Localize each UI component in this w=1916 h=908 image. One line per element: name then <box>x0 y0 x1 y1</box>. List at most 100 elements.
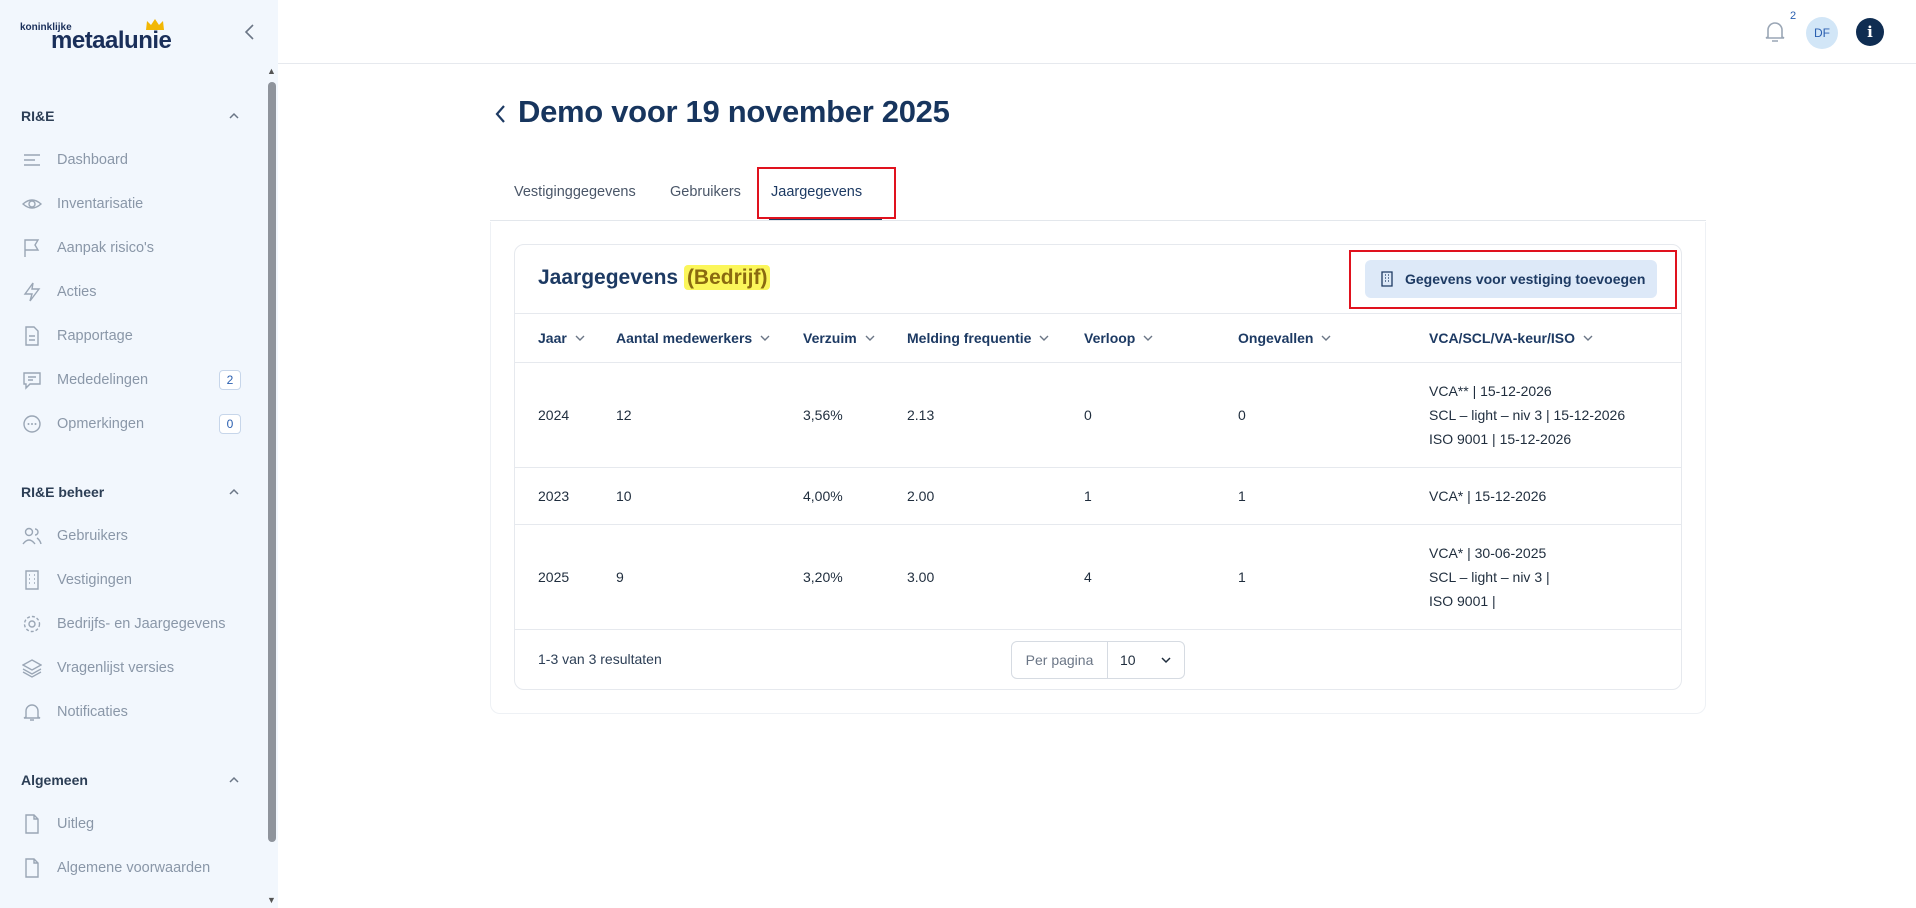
cell-melding: 2.00 <box>907 488 935 504</box>
cell-medewerkers: 12 <box>616 407 632 423</box>
cell-verzuim: 4,00% <box>803 488 843 504</box>
sidebar-item-bedrijfs-jaargegevens[interactable]: Bedrijfs- en Jaargegevens <box>21 609 241 639</box>
sidebar-item-label: Notificaties <box>57 704 128 720</box>
info-button[interactable]: i <box>1856 18 1884 46</box>
column-header-ongevallen[interactable]: Ongevallen <box>1238 330 1332 346</box>
sidebar-item-mededelingen[interactable]: Mededelingen 2 <box>21 365 241 395</box>
sidebar-item-label: Gebruikers <box>57 528 128 544</box>
column-header-jaar[interactable]: Jaar <box>538 330 586 346</box>
comment-dots-icon <box>21 413 43 435</box>
sidebar-item-label: Acties <box>57 284 97 300</box>
top-bar <box>278 0 1916 64</box>
metaalunie-logo[interactable]: koninklijke metaalunie <box>20 18 172 54</box>
scroll-down-icon[interactable]: ▼ <box>267 895 276 905</box>
chevron-up-icon <box>229 488 239 495</box>
sidebar-item-label: Inventarisatie <box>57 196 144 212</box>
tab-vestiginggegevens[interactable]: Vestiginggegevens <box>514 184 636 200</box>
scroll-up-icon[interactable]: ▲ <box>267 66 276 76</box>
sidebar-item-gebruikers[interactable]: Gebruikers <box>21 521 241 551</box>
chevron-down-icon <box>1321 335 1331 341</box>
count-badge: 0 <box>219 414 241 434</box>
section-header-algemeen[interactable]: Algemeen <box>21 768 241 792</box>
column-header-label: Verloop <box>1084 330 1136 346</box>
sidebar-item-dashboard[interactable]: Dashboard <box>21 145 241 175</box>
sidebar-item-acties[interactable]: Acties <box>21 277 241 307</box>
column-header-label: Jaar <box>538 330 567 346</box>
cell-certificaat: VCA** | 15-12-2026 <box>1429 383 1552 399</box>
users-icon <box>21 525 43 547</box>
card-title: Jaargegevens (Bedrijf) <box>538 265 771 290</box>
cell-medewerkers: 9 <box>616 569 624 585</box>
lightning-icon <box>21 281 43 303</box>
chevron-down-icon <box>1143 335 1153 341</box>
page-title: Demo voor 19 november 2025 <box>518 94 950 129</box>
annotation-highlight-button <box>1349 250 1677 309</box>
sidebar-item-algemene-voorwaarden[interactable]: Algemene voorwaarden <box>21 853 241 883</box>
cell-melding: 2.13 <box>907 407 935 423</box>
card-title-text: Jaargegevens <box>538 266 679 289</box>
file-icon <box>21 813 43 835</box>
chevron-down-icon <box>865 335 875 341</box>
back-arrow-icon[interactable] <box>492 102 510 126</box>
sidebar-item-label: Vestigingen <box>57 572 132 588</box>
column-header-label: VCA/SCL/VA-keur/ISO <box>1429 330 1575 346</box>
sidebar-item-vestigingen[interactable]: Vestigingen <box>21 565 241 595</box>
section-title: RI&E <box>21 108 55 124</box>
sidebar-item-aanpak-risicos[interactable]: Aanpak risico's <box>21 233 241 263</box>
sidebar: koninklijke metaalunie RI&E Dashboard In… <box>0 0 278 908</box>
tab-bar: Vestiginggegevens Gebruikers Jaargegeven… <box>490 168 1706 221</box>
document-icon <box>21 325 43 347</box>
cell-jaar: 2025 <box>538 569 570 585</box>
cell-verloop: 4 <box>1084 569 1092 585</box>
column-header-melding-frequentie[interactable]: Melding frequentie <box>907 330 1050 346</box>
column-header-certificaten[interactable]: VCA/SCL/VA-keur/ISO <box>1429 330 1594 346</box>
sidebar-item-vragenlijst-versies[interactable]: Vragenlijst versies <box>21 653 241 683</box>
message-icon <box>21 369 43 391</box>
cell-certificaat: SCL – light – niv 3 | 15-12-2026 <box>1429 407 1626 423</box>
section-header-rie[interactable]: RI&E <box>21 104 241 128</box>
tab-gebruikers[interactable]: Gebruikers <box>670 184 741 200</box>
avatar[interactable]: DF <box>1806 17 1838 49</box>
collapse-sidebar-icon[interactable] <box>240 22 260 42</box>
card-title-highlight: (Bedrijf) <box>683 265 771 290</box>
sidebar-scrollbar[interactable]: ▲ ▼ <box>266 66 276 908</box>
cell-ongevallen: 0 <box>1238 407 1246 423</box>
layers-icon <box>21 657 43 679</box>
sidebar-item-label: Dashboard <box>57 152 128 168</box>
notification-count-badge: 2 <box>1784 10 1802 26</box>
section-header-rie-beheer[interactable]: RI&E beheer <box>21 480 241 504</box>
sidebar-item-label: Vragenlijst versies <box>57 660 175 676</box>
column-header-medewerkers[interactable]: Aantal medewerkers <box>616 330 771 346</box>
column-header-label: Ongevallen <box>1238 330 1314 346</box>
dashboard-icon <box>21 149 43 171</box>
sidebar-item-opmerkingen[interactable]: Opmerkingen 0 <box>21 409 241 439</box>
sidebar-item-uitleg[interactable]: Uitleg <box>21 809 241 839</box>
sidebar-item-notificaties[interactable]: Notificaties <box>21 697 241 727</box>
chevron-up-icon <box>229 112 239 119</box>
sidebar-item-rapportage[interactable]: Rapportage <box>21 321 241 351</box>
per-page-label: Per pagina <box>1012 642 1108 678</box>
scrollbar-thumb[interactable] <box>268 82 276 842</box>
per-page-control: Per pagina 10 <box>1011 641 1185 679</box>
sidebar-item-label: Opmerkingen <box>57 416 145 432</box>
cell-ongevallen: 1 <box>1238 488 1246 504</box>
cell-verloop: 0 <box>1084 407 1092 423</box>
section-title: RI&E beheer <box>21 484 105 500</box>
column-header-verzuim[interactable]: Verzuim <box>803 330 876 346</box>
cell-certificaat: VCA* | 30-06-2025 <box>1429 545 1547 561</box>
file-icon <box>21 857 43 879</box>
table-divider <box>515 362 1681 363</box>
column-header-label: Melding frequentie <box>907 330 1032 346</box>
cell-verzuim: 3,20% <box>803 569 843 585</box>
cell-verloop: 1 <box>1084 488 1092 504</box>
gear-icon <box>21 613 43 635</box>
section-title: Algemeen <box>21 772 88 788</box>
column-header-verloop[interactable]: Verloop <box>1084 330 1154 346</box>
sidebar-item-inventarisatie[interactable]: Inventarisatie <box>21 189 241 219</box>
table-divider <box>515 629 1681 630</box>
per-page-select[interactable]: 10 <box>1108 642 1184 678</box>
table-divider <box>515 467 1681 468</box>
chevron-down-icon <box>1583 335 1593 341</box>
cell-jaar: 2024 <box>538 407 570 423</box>
sidebar-item-label: Mededelingen <box>57 372 149 388</box>
